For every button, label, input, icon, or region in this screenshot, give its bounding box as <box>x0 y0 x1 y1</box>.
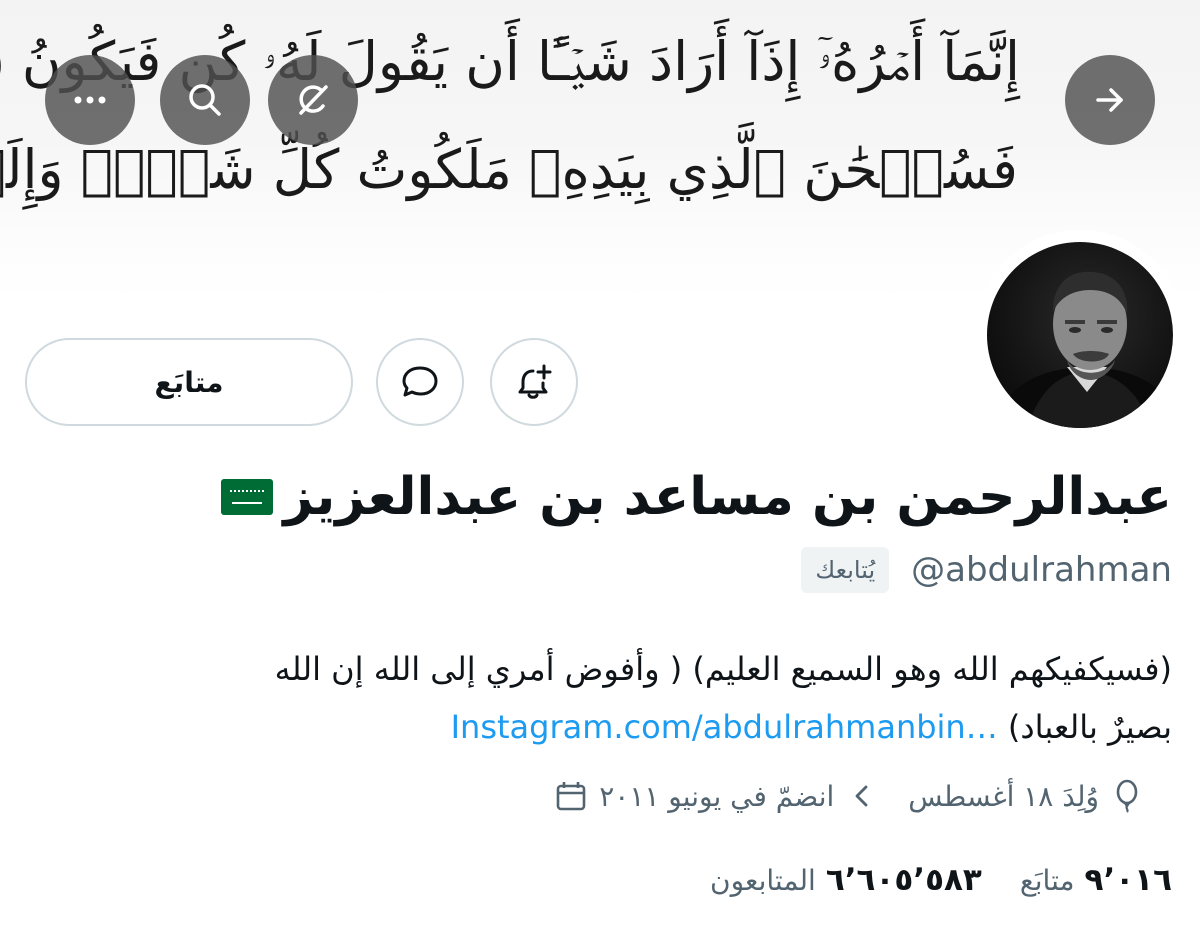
profile-meta: وُلِدَ ١٨ أغسطس انضمّ في يونيو ٢٠١١ <box>553 778 1145 814</box>
profile-name-row: عبدالرحمن بن مساعد بن عبدالعزيز <box>20 462 1172 532</box>
chevron-left-icon <box>855 785 868 807</box>
message-button[interactable] <box>376 338 464 426</box>
message-bubble-icon <box>402 366 438 397</box>
saudi-flag-icon <box>221 479 274 515</box>
calendar-icon <box>556 782 586 811</box>
birthday-item: وُلِدَ ١٨ أغسطس <box>908 778 1145 814</box>
bio-instagram-link[interactable]: Instagram.com/abdulrahmanbin… <box>451 708 998 746</box>
verse-1-number: ٨٢ <box>0 39 1 93</box>
avatar-portrait <box>1002 271 1172 428</box>
search-icon <box>189 84 221 116</box>
joined-text: انضمّ في يونيو ٢٠١١ <box>599 779 835 813</box>
bio-line-2-text: بصيرٌ بالعباد) <box>1007 708 1172 746</box>
verse-line-1: إِنَّمَآ أَمۡرُهُۥٓ إِذَآ أَرَادَ شَيۡـً… <box>0 22 1020 102</box>
more-options-button[interactable] <box>45 55 135 145</box>
joined-item[interactable]: انضمّ في يونيو ٢٠١١ <box>553 778 880 814</box>
forward-button[interactable] <box>1065 55 1155 145</box>
profile-stats: ٩٬٠١٦ متابَع ٦٬٦٠٥٬٥٨٣ المتابعون <box>710 862 1172 898</box>
bell-plus-icon <box>518 364 552 399</box>
more-horizontal-icon <box>74 96 106 104</box>
following-count: ٩٬٠١٦ <box>1084 862 1172 898</box>
notify-button[interactable] <box>490 338 578 426</box>
profile-name: عبدالرحمن بن مساعد بن عبدالعزيز <box>283 467 1172 527</box>
followers-stat[interactable]: ٦٬٦٠٥٬٥٨٣ المتابعون <box>710 862 982 898</box>
followers-count: ٦٬٦٠٥٬٥٨٣ <box>825 862 982 898</box>
following-stat[interactable]: ٩٬٠١٦ متابَع <box>1020 862 1172 898</box>
birthday-text: وُلِدَ ١٨ أغسطس <box>908 779 1099 813</box>
verse-2-text: فَسُبۡحَٰنَ ٱلَّذِي بِيَدِهِۦ مَلَكُوتُ … <box>0 138 1018 201</box>
arrow-right-icon <box>1096 88 1123 112</box>
bio-line-1: (فسيكفيكهم الله وهو السميع العليم) ( وأف… <box>274 650 1172 688</box>
search-button[interactable] <box>160 55 250 145</box>
following-button[interactable]: متابَع <box>25 338 353 426</box>
profile-bio: (فسيكفيكهم الله وهو السميع العليم) ( وأف… <box>22 640 1172 756</box>
handle-row: يُتابعك @abdulrahman <box>801 545 1172 595</box>
grok-icon <box>299 85 328 115</box>
avatar-container[interactable] <box>975 230 1185 440</box>
following-button-label: متابَع <box>154 365 224 399</box>
balloon-icon <box>1116 779 1138 813</box>
following-label: متابَع <box>1019 864 1075 897</box>
grok-button[interactable] <box>268 55 358 145</box>
followers-label: المتابعون <box>710 864 816 897</box>
profile-handle: @abdulrahman <box>911 550 1172 590</box>
bio-line-2: بصيرٌ بالعباد) Instagram.com/abdulrahman… <box>22 698 1172 756</box>
avatar[interactable] <box>987 242 1173 428</box>
verse-line-2: فَسُبۡحَٰنَ ٱلَّذِي بِيَدِهِۦ مَلَكُوتُ … <box>0 130 1018 210</box>
follows-you-badge: يُتابعك <box>801 547 890 593</box>
